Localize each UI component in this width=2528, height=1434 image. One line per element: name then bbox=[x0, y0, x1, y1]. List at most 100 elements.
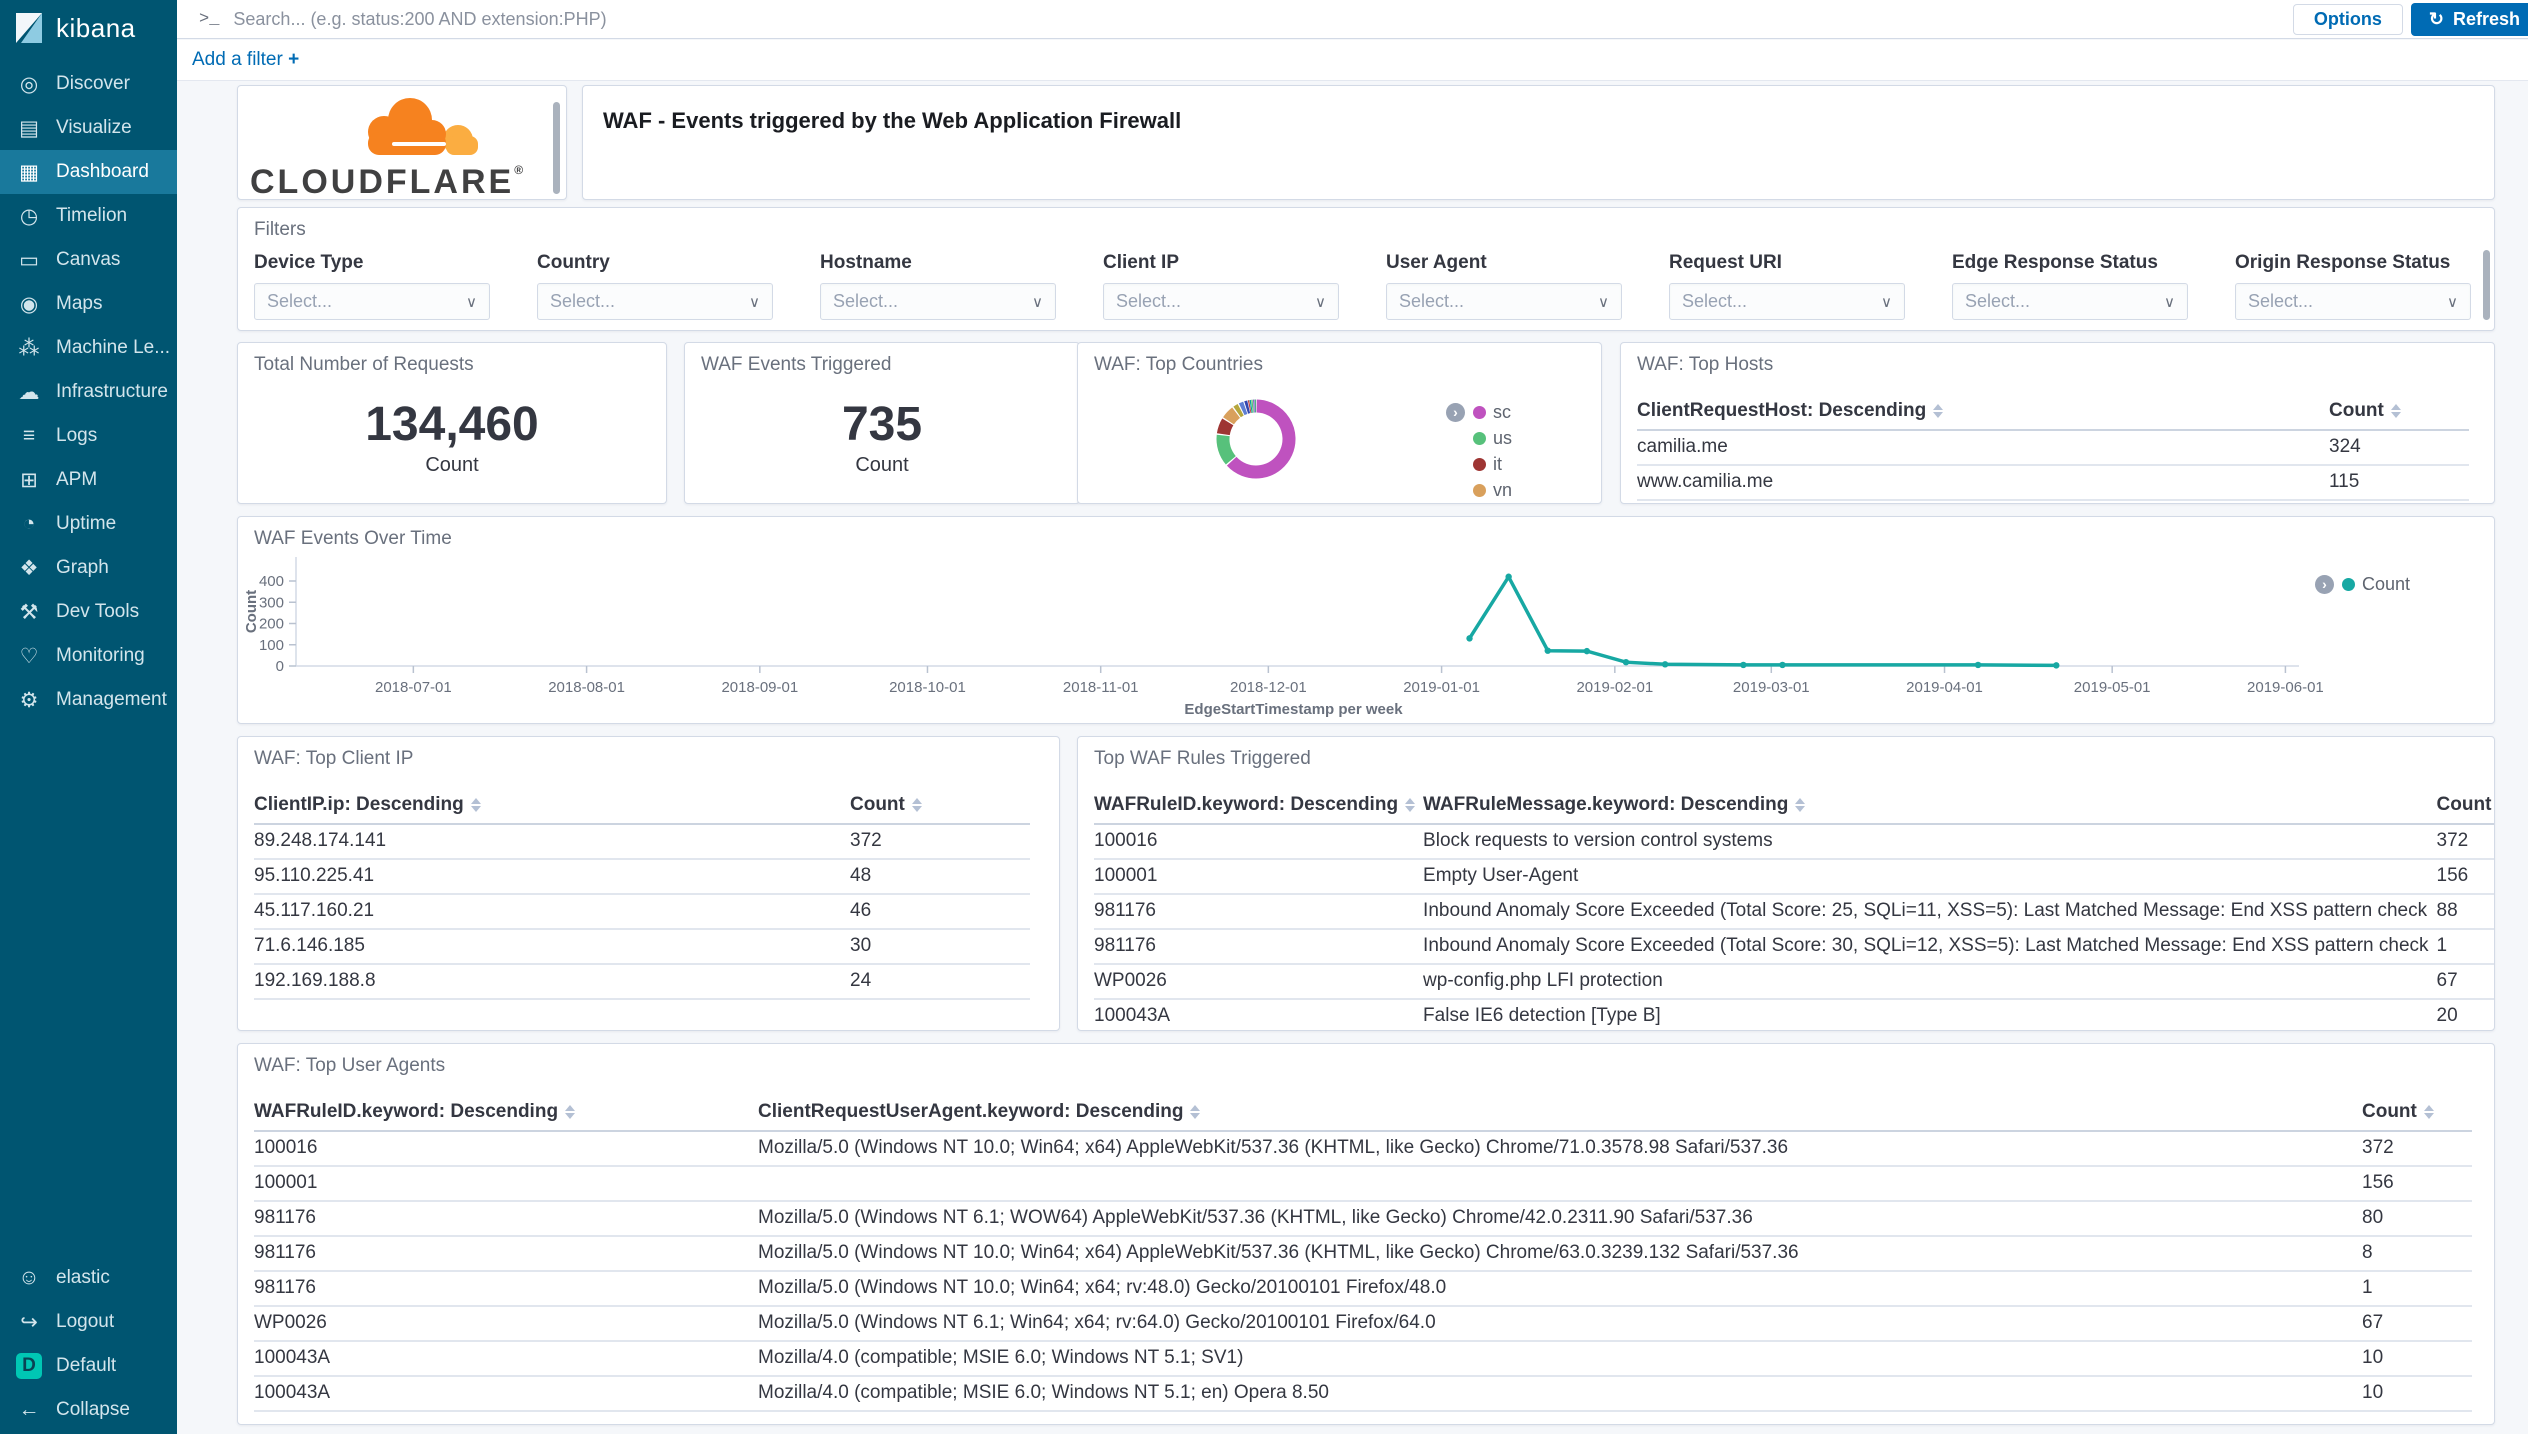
data-point[interactable] bbox=[1975, 662, 1981, 668]
refresh-button[interactable]: ↻ Refresh bbox=[2411, 3, 2528, 36]
sidebar-item-uptime[interactable]: ◔Uptime bbox=[0, 502, 177, 546]
column-header[interactable]: WAFRuleMessage.keyword: Descending bbox=[1423, 789, 2436, 824]
sidebar-item-canvas[interactable]: ▭Canvas bbox=[0, 238, 177, 282]
sort-icon[interactable] bbox=[1190, 1105, 1200, 1119]
legend-item[interactable]: ›it bbox=[1446, 451, 1512, 477]
table-row: 89.248.174.141372 bbox=[254, 824, 1030, 859]
column-header[interactable]: Count bbox=[2329, 395, 2469, 430]
sort-icon[interactable] bbox=[565, 1105, 575, 1119]
data-point[interactable] bbox=[1740, 662, 1746, 668]
sort-icon[interactable] bbox=[2391, 404, 2401, 418]
sidebar-item-label: Graph bbox=[56, 557, 109, 579]
kibana-logo[interactable]: kibana bbox=[0, 0, 177, 56]
sidebar-item-maps[interactable]: ◉Maps bbox=[0, 282, 177, 326]
chevron-right-icon[interactable]: › bbox=[1446, 403, 1465, 422]
sidebar-item-graph[interactable]: ❖Graph bbox=[0, 546, 177, 590]
filter-select-client-ip[interactable]: Select...∨ bbox=[1103, 283, 1339, 320]
add-filter-link[interactable]: Add a filter + bbox=[192, 49, 299, 71]
options-button[interactable]: Options bbox=[2293, 4, 2403, 35]
column-header[interactable]: WAFRuleID.keyword: Descending bbox=[1094, 789, 1423, 824]
column-header[interactable]: WAFRuleID.keyword: Descending bbox=[254, 1096, 758, 1131]
column-header[interactable]: Count bbox=[2437, 789, 2495, 824]
visualize-icon: ▤ bbox=[14, 116, 44, 141]
sidebar-item-dashboard[interactable]: ▦Dashboard bbox=[0, 150, 177, 194]
column-header[interactable]: Count bbox=[850, 789, 1030, 824]
filter-select-origin-response-status[interactable]: Select...∨ bbox=[2235, 283, 2471, 320]
filter-label: Client IP bbox=[1103, 252, 1339, 274]
sidebar-item-logout[interactable]: ↪Logout bbox=[0, 1300, 177, 1344]
donut-slice-other[interactable] bbox=[1246, 407, 1249, 408]
table-header-row: WAFRuleID.keyword: Descending WAFRuleMess… bbox=[1094, 789, 2495, 824]
column-header[interactable]: ClientRequestHost: Descending bbox=[1637, 395, 2329, 430]
table-cell: 95.110.225.41 bbox=[254, 859, 850, 894]
donut-slice-other[interactable] bbox=[1242, 408, 1246, 409]
donut-slice-other[interactable] bbox=[1237, 410, 1241, 412]
data-point[interactable] bbox=[1505, 574, 1511, 580]
sidebar-item-default[interactable]: DDefault bbox=[0, 1344, 177, 1388]
data-point[interactable] bbox=[1623, 659, 1629, 665]
chevron-right-icon[interactable]: › bbox=[2315, 575, 2334, 594]
sidebar-item-apm[interactable]: ⊞APM bbox=[0, 458, 177, 502]
sort-icon[interactable] bbox=[471, 798, 481, 812]
sort-icon[interactable] bbox=[1795, 798, 1805, 812]
column-header-label: WAFRuleID.keyword: Descending bbox=[1094, 794, 1398, 815]
panel-scrollbar[interactable] bbox=[2483, 250, 2490, 320]
filter-select-user-agent[interactable]: Select...∨ bbox=[1386, 283, 1622, 320]
sidebar-item-label: Dev Tools bbox=[56, 601, 139, 623]
top-countries-donut-chart[interactable] bbox=[1078, 343, 1438, 504]
sidebar-item-infrastructure[interactable]: ☁Infrastructure bbox=[0, 370, 177, 414]
top-waf-rules-panel: Top WAF Rules Triggered WAFRuleID.keywor… bbox=[1077, 736, 2495, 1031]
column-header[interactable]: ClientIP.ip: Descending bbox=[254, 789, 850, 824]
data-point[interactable] bbox=[1779, 662, 1785, 668]
data-point[interactable] bbox=[1545, 648, 1551, 654]
legend-item[interactable]: ›Count bbox=[2315, 571, 2410, 597]
donut-slice-vn[interactable] bbox=[1228, 413, 1236, 421]
dashboard-icon: ▦ bbox=[14, 160, 44, 185]
column-header[interactable]: ClientRequestUserAgent.keyword: Descendi… bbox=[758, 1096, 2362, 1131]
sidebar-item-discover[interactable]: ◎Discover bbox=[0, 62, 177, 106]
panel-scrollbar[interactable] bbox=[553, 102, 560, 194]
filter-select-hostname[interactable]: Select...∨ bbox=[820, 283, 1056, 320]
top-user-agents-panel: WAF: Top User Agents WAFRuleID.keyword: … bbox=[237, 1043, 2495, 1425]
sort-icon[interactable] bbox=[2424, 1105, 2434, 1119]
sidebar-item-machine-le[interactable]: ⁂Machine Le... bbox=[0, 326, 177, 370]
sort-icon[interactable] bbox=[912, 798, 922, 812]
apm-icon: ⊞ bbox=[14, 468, 44, 493]
waf-events-over-time-panel: WAF Events Over Time 01002003004002018-0… bbox=[237, 516, 2495, 724]
sidebar-item-collapse[interactable]: ←Collapse bbox=[0, 1388, 177, 1432]
sidebar-item-timelion[interactable]: ◷Timelion bbox=[0, 194, 177, 238]
sidebar-item-management[interactable]: ⚙Management bbox=[0, 678, 177, 722]
data-point[interactable] bbox=[1466, 635, 1472, 641]
sort-asc-icon bbox=[565, 1105, 575, 1111]
data-point[interactable] bbox=[2053, 662, 2059, 668]
data-point[interactable] bbox=[1662, 661, 1668, 667]
sidebar-item-elastic[interactable]: ☺elastic bbox=[0, 1256, 177, 1300]
column-header[interactable]: Count bbox=[2362, 1096, 2472, 1131]
filter-select-country[interactable]: Select...∨ bbox=[537, 283, 773, 320]
sidebar-item-monitoring[interactable]: ♡Monitoring bbox=[0, 634, 177, 678]
legend-color-dot bbox=[1473, 406, 1486, 419]
sidebar-item-dev-tools[interactable]: ⚒Dev Tools bbox=[0, 590, 177, 634]
sort-asc-icon bbox=[1795, 798, 1805, 804]
sidebar-item-logs[interactable]: ≡Logs bbox=[0, 414, 177, 458]
donut-slice-it[interactable] bbox=[1223, 422, 1227, 434]
query-terminal-icon: >_ bbox=[199, 10, 219, 29]
logout-icon: ↪ bbox=[14, 1310, 44, 1335]
chevron-down-icon: ∨ bbox=[1598, 293, 1609, 311]
legend-item[interactable]: ›us bbox=[1446, 425, 1512, 451]
waf-events-line-chart[interactable]: 01002003004002018-07-012018-08-012018-09… bbox=[238, 517, 2494, 723]
sort-icon[interactable] bbox=[1405, 798, 1415, 812]
legend-item[interactable]: ›vn bbox=[1446, 477, 1512, 503]
data-point[interactable] bbox=[1584, 648, 1590, 654]
sidebar-item-visualize[interactable]: ▤Visualize bbox=[0, 106, 177, 150]
legend-item[interactable]: ›sc bbox=[1446, 399, 1512, 425]
filter-select-device-type[interactable]: Select...∨ bbox=[254, 283, 490, 320]
search-input[interactable] bbox=[233, 9, 2292, 30]
sort-asc-icon bbox=[2391, 404, 2401, 410]
legend-color-dot bbox=[1473, 458, 1486, 471]
filter-select-edge-response-status[interactable]: Select...∨ bbox=[1952, 283, 2188, 320]
sort-icon[interactable] bbox=[1933, 404, 1943, 418]
donut-slice-us[interactable] bbox=[1223, 435, 1231, 460]
filter-select-request-uri[interactable]: Select...∨ bbox=[1669, 283, 1905, 320]
count-series-line[interactable] bbox=[1470, 577, 2057, 666]
